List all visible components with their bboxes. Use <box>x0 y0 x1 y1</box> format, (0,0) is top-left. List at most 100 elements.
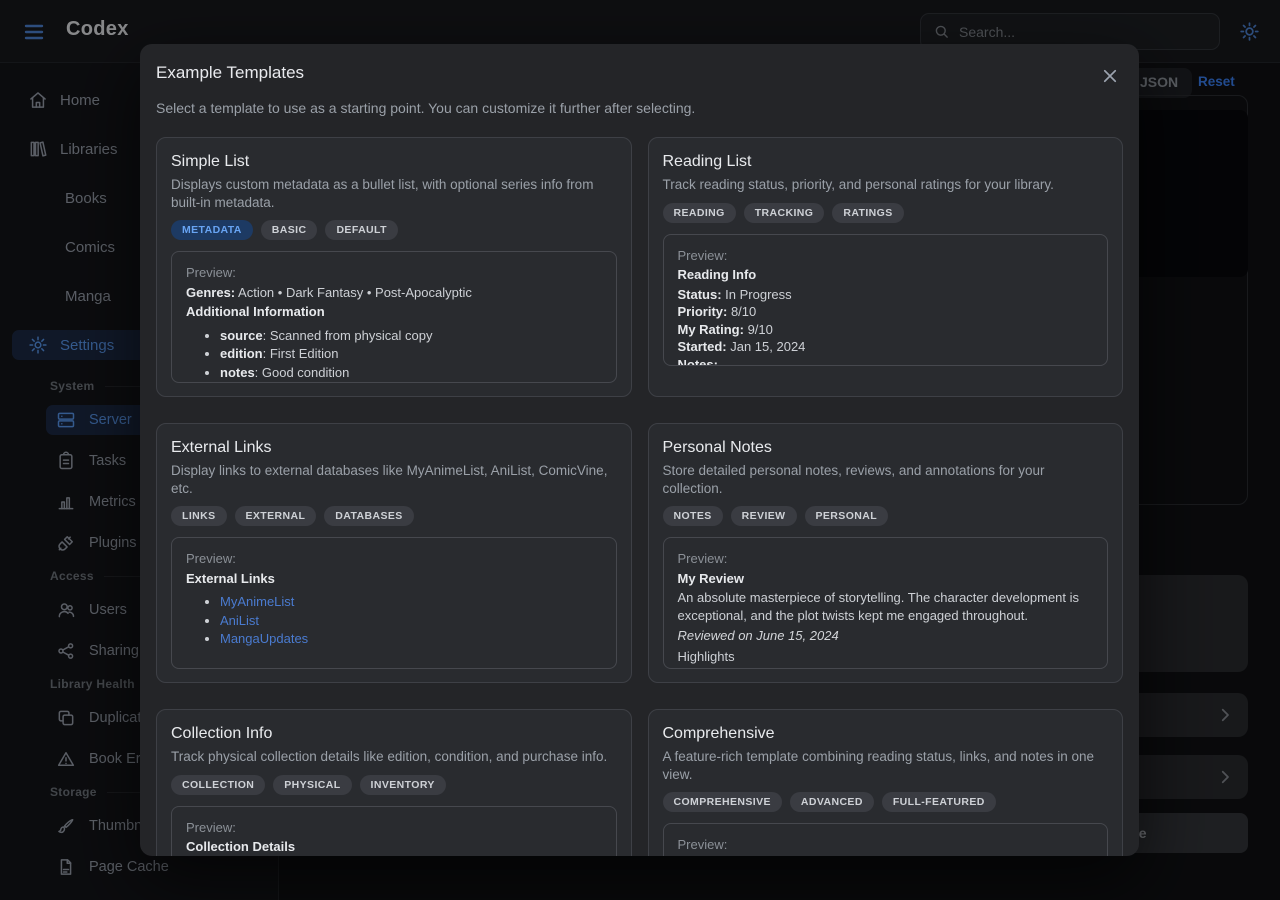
preview-bullet: source: Scanned from physical copy <box>220 327 602 345</box>
tag-badge: DATABASES <box>324 506 413 526</box>
tag-badge: RATINGS <box>832 203 903 223</box>
preview-value: Jan 15, 2024 <box>727 339 806 354</box>
preview-bullet: notes: Good condition <box>220 364 602 382</box>
preview-key: source <box>220 328 263 343</box>
preview-label: Preview: <box>678 836 1094 854</box>
template-tags: COLLECTION PHYSICAL INVENTORY <box>171 775 617 795</box>
tag-badge: PHYSICAL <box>273 775 351 795</box>
preview-key: Started: <box>678 339 727 354</box>
preview-label: Preview: <box>186 819 602 837</box>
preview-link[interactable]: AniList <box>220 613 259 628</box>
preview-box: Preview:Reading InfoStatus: In ProgressP… <box>663 234 1109 366</box>
template-description: A feature-rich template combining readin… <box>663 748 1109 783</box>
tag-badge: INVENTORY <box>360 775 446 795</box>
preview-box: Preview: External Links MyAnimeList AniList… <box>171 537 617 669</box>
preview-value: 8/10 <box>727 304 756 319</box>
preview-text: Highlights <box>678 648 1094 666</box>
preview-box: Preview:Reading StatusStatusRatingPriori… <box>663 823 1109 856</box>
template-card-comprehensive[interactable]: Comprehensive A feature-rich template com… <box>648 709 1124 856</box>
template-tags: LINKS EXTERNAL DATABASES <box>171 506 617 526</box>
preview-label: Preview: <box>678 550 1094 568</box>
preview-key: Priority: <box>678 304 728 319</box>
preview-heading: Collection Details <box>186 838 602 856</box>
preview-link[interactable]: MangaUpdates <box>220 631 308 646</box>
preview-label: Preview: <box>186 264 602 282</box>
preview-bullet: MangaUpdates <box>220 630 602 648</box>
preview-line: Started: Jan 15, 2024 <box>678 338 1094 356</box>
preview-bullet-list: source: Scanned from physical copyeditio… <box>186 327 602 382</box>
tag-badge: NOTES <box>663 506 723 526</box>
dialog-title: Example Templates <box>140 44 1139 83</box>
tag-badge: COLLECTION <box>171 775 265 795</box>
template-description: Track reading status, priority, and pers… <box>663 176 1109 194</box>
preview-key: edition <box>220 346 263 361</box>
template-card-reading-list[interactable]: Reading List Track reading status, priori… <box>648 137 1124 397</box>
preview-heading: External Links <box>186 570 602 588</box>
preview-italic: Reviewed on June 15, 2024 <box>678 627 1094 645</box>
preview-line: My Rating: 9/10 <box>678 321 1094 339</box>
preview-key: My Rating: <box>678 322 744 337</box>
preview-line: Priority: 8/10 <box>678 303 1094 321</box>
preview-heading: Reading Info <box>678 266 1094 284</box>
template-card-simple-list[interactable]: Simple List Displays custom metadata as a… <box>156 137 632 397</box>
template-description: Track physical collection details like e… <box>171 748 617 766</box>
preview-bullet: MyAnimeList <box>220 593 602 611</box>
preview-label: Preview: <box>678 247 1094 265</box>
preview-line: Notes: <box>678 356 1094 366</box>
preview-line: Status: In Progress <box>678 286 1094 304</box>
template-card-personal-notes[interactable]: Personal Notes Store detailed personal no… <box>648 423 1124 683</box>
tag-badge: LINKS <box>171 506 227 526</box>
preview-value: : Scanned from physical copy <box>263 328 433 343</box>
preview-key: Status: <box>678 287 722 302</box>
template-tags: READING TRACKING RATINGS <box>663 203 1109 223</box>
preview-paragraph: An absolute masterpiece of storytelling.… <box>678 589 1094 624</box>
preview-heading: Additional Information <box>186 303 602 321</box>
dialog-subtitle: Select a template to use as a starting p… <box>156 100 1123 116</box>
preview-bullet: AniList <box>220 612 602 630</box>
template-title: Comprehensive <box>663 725 1109 743</box>
tag-badge: ADVANCED <box>790 792 874 812</box>
tag-badge: TRACKING <box>744 203 825 223</box>
tag-badge: COMPREHENSIVE <box>663 792 782 812</box>
template-grid: Simple List Displays custom metadata as a… <box>140 122 1139 856</box>
tag-badge: READING <box>663 203 736 223</box>
tag-badge: METADATA <box>171 220 253 240</box>
preview-value: In Progress <box>722 287 792 302</box>
preview-link[interactable]: MyAnimeList <box>220 594 294 609</box>
preview-label: Preview: <box>186 550 602 568</box>
template-title: Reading List <box>663 153 1109 171</box>
template-description: Display links to external databases like… <box>171 462 617 497</box>
preview-key: Genres: <box>186 285 235 300</box>
template-tags: NOTES REVIEW PERSONAL <box>663 506 1109 526</box>
preview-box: Preview: Genres: Action • Dark Fantasy • … <box>171 251 617 383</box>
template-description: Store detailed personal notes, reviews, … <box>663 462 1109 497</box>
preview-key: Notes: <box>678 357 718 366</box>
preview-value: : Good condition <box>255 365 350 380</box>
preview-value: 9/10 <box>744 322 773 337</box>
template-card-external-links[interactable]: External Links Display links to external … <box>156 423 632 683</box>
tag-badge: REVIEW <box>731 506 797 526</box>
preview-heading: My Review <box>678 570 1094 588</box>
template-tags: COMPREHENSIVE ADVANCED FULL-FEATURED <box>663 792 1109 812</box>
template-card-collection-info[interactable]: Collection Info Track physical collection… <box>156 709 632 856</box>
template-tags: METADATA BASIC DEFAULT <box>171 220 617 240</box>
tag-badge: BASIC <box>261 220 318 240</box>
preview-value: Action • Dark Fantasy • Post-Apocalyptic <box>235 285 472 300</box>
template-title: External Links <box>171 439 617 457</box>
preview-key: notes <box>220 365 255 380</box>
template-title: Collection Info <box>171 725 617 743</box>
tag-badge: DEFAULT <box>325 220 397 240</box>
example-templates-dialog: Example Templates Select a template to u… <box>140 44 1139 856</box>
preview-box: Preview:Collection DetailsFormat: Hardco… <box>171 806 617 856</box>
tag-badge: FULL-FEATURED <box>882 792 996 812</box>
template-title: Simple List <box>171 153 617 171</box>
close-icon[interactable] <box>1101 67 1119 85</box>
template-description: Displays custom metadata as a bullet lis… <box>171 176 617 211</box>
preview-box: Preview: My ReviewAn absolute masterpiece… <box>663 537 1109 669</box>
tag-badge: PERSONAL <box>805 506 889 526</box>
preview-bullet: edition: First Edition <box>220 345 602 363</box>
template-title: Personal Notes <box>663 439 1109 457</box>
tag-badge: EXTERNAL <box>235 506 317 526</box>
preview-line: Genres: Action • Dark Fantasy • Post-Apo… <box>186 284 602 302</box>
preview-bullet-list: MyAnimeList AniList MangaUpdates <box>186 593 602 648</box>
